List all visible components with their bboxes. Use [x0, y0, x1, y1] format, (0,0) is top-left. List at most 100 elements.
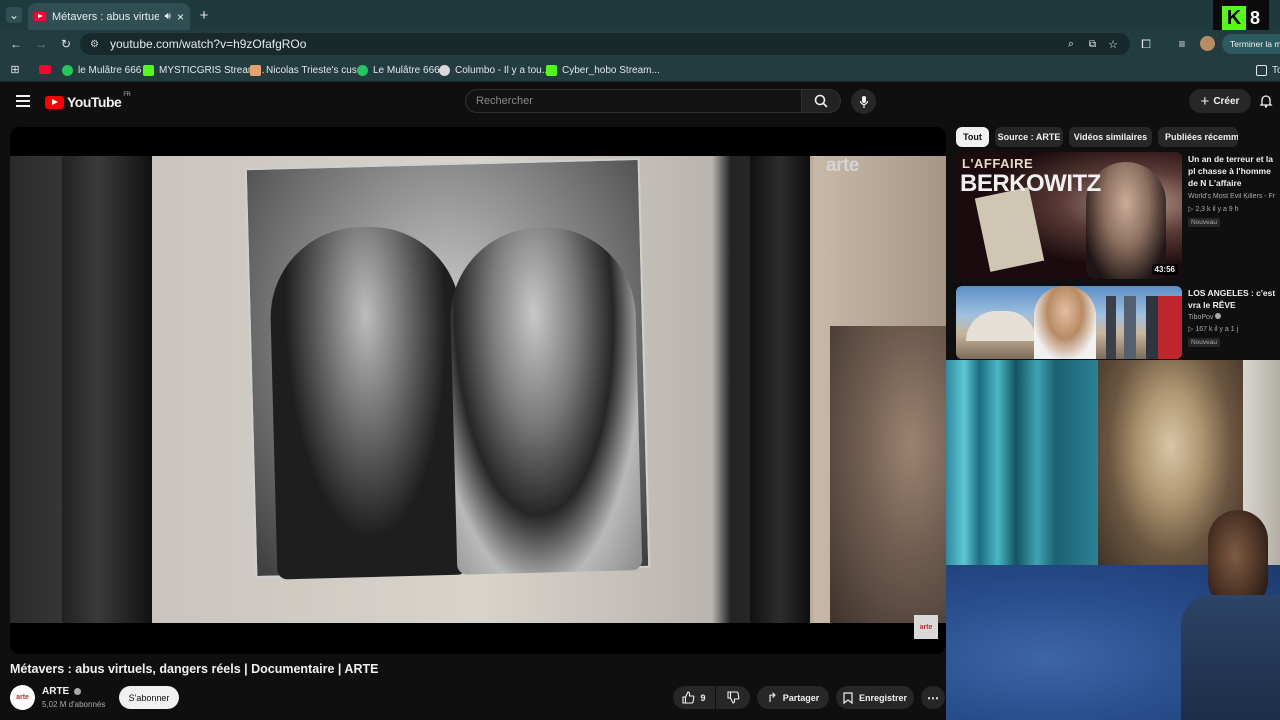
kick-icon [546, 64, 557, 76]
thumbnail-observatory [966, 311, 1036, 341]
folder-icon [1256, 64, 1267, 76]
video-title: Métavers : abus virtuels, dangers réels … [10, 662, 379, 676]
bookmarks-bar: ⊞ le Mulâtre 666 MYSTICGRIS Stream... Ni… [0, 58, 1280, 82]
bookmark-item[interactable]: MYSTICGRIS Stream... [143, 62, 265, 78]
video-thumbnail[interactable]: L'AFFAIRE BERKOWITZ 43:56 [956, 152, 1182, 279]
save-label: Enregistrer [858, 692, 908, 703]
save-button[interactable]: Enregistrer [836, 686, 914, 709]
kick-logo-icon: K [1221, 6, 1246, 30]
columbo-icon [439, 64, 450, 76]
play-icon [357, 64, 368, 76]
bookmark-item[interactable]: Le Mulâtre 666 [357, 62, 440, 78]
chip-similar[interactable]: Vidéos similaires [1069, 127, 1152, 147]
frame-right-border [750, 156, 810, 623]
new-badge: Nouveau [1188, 218, 1221, 227]
photograph-of-two-girls [244, 157, 651, 580]
webcam-person-body [1181, 595, 1280, 720]
search-button[interactable] [801, 89, 841, 113]
bookmark-item[interactable]: Columbo - Il y a tou... [439, 62, 550, 78]
reload-icon[interactable]: ↻ [58, 36, 74, 52]
bookmark-item[interactable]: le Mulâtre 666 [62, 62, 141, 78]
verified-icon [74, 687, 82, 695]
like-button[interactable]: 9 [673, 686, 715, 709]
share-label: Partager [782, 692, 820, 703]
video-frame [10, 156, 946, 623]
fox-icon [250, 64, 261, 76]
tab-list-icon[interactable]: ⌄ [6, 7, 22, 23]
profile-label[interactable]: Terminer la m [1222, 34, 1280, 54]
youtube-bookmark-icon[interactable] [39, 65, 51, 74]
chip-recent[interactable]: Publiées récemm [1158, 127, 1238, 147]
arte-watermark: arte [826, 155, 859, 176]
url-field[interactable]: ⚙︎ youtube.com/watch?v=h9zOfafgROo ⌕ ⧉ ☆ [80, 33, 1130, 55]
webcam-curtain [946, 360, 1098, 590]
url-text: youtube.com/watch?v=h9zOfafgROo [110, 37, 307, 51]
tab-title: Métavers : abus virtuels, da [52, 10, 159, 23]
subscribe-button[interactable]: S'abonner [119, 686, 179, 709]
back-icon[interactable]: ← [8, 36, 24, 52]
thumbnail-text-2: BERKOWITZ [960, 170, 1101, 197]
bookmark-item[interactable]: Cyber_hobo Stream... [546, 62, 660, 78]
video-player[interactable]: arte arte [10, 127, 946, 654]
bookmark-item[interactable]: Nicolas Trieste's cus... [250, 62, 365, 78]
youtube-wordmark: YouTube [67, 94, 122, 110]
thumbnail-city [1106, 296, 1182, 359]
site-info-icon[interactable]: ⚙︎ [90, 39, 99, 50]
profile-avatar[interactable] [1200, 36, 1215, 51]
notifications-icon[interactable] [1259, 94, 1273, 108]
forward-icon[interactable]: → [33, 36, 49, 52]
more-actions-button[interactable]: ⋯ [921, 686, 945, 709]
region-code: FR [123, 92, 131, 98]
menu-icon[interactable] [16, 95, 30, 107]
search-input[interactable]: Rechercher [465, 89, 802, 113]
chip-all[interactable]: Tout [956, 127, 989, 147]
bookmark-folder[interactable]: To [1256, 62, 1280, 78]
girl-left [268, 224, 468, 580]
install-icon[interactable]: ⧉ [1089, 39, 1096, 50]
create-button[interactable]: + Créer [1189, 89, 1251, 113]
new-tab-icon[interactable]: + [196, 7, 212, 24]
plus-icon: + [1200, 92, 1210, 110]
video-thumbnail[interactable] [956, 286, 1182, 359]
new-badge: Nouveau [1188, 338, 1221, 347]
address-bar-row: ← → ↻ ⚙︎ youtube.com/watch?v=h9zOfafgROo… [0, 30, 1280, 58]
verified-icon [1215, 313, 1222, 319]
create-label: Créer [1213, 95, 1240, 107]
thumbnail-text-1: L'AFFAIRE [962, 156, 1034, 171]
bookmark-star-icon[interactable]: ☆ [1108, 38, 1118, 51]
microphone-icon [859, 95, 868, 108]
share-button[interactable]: ↱ Partager [757, 686, 829, 709]
share-icon: ↱ [766, 689, 778, 705]
subscriber-count: 5,02 M d'abonnés [42, 700, 106, 709]
recommended-title[interactable]: Un an de terreur et la pl chasse à l'hom… [1188, 153, 1280, 189]
recommended-title[interactable]: LOS ANGELES : c'est vra le RÊVE AMÉRICAI… [1188, 287, 1280, 311]
dislike-button[interactable] [716, 686, 750, 709]
browser-tab-active[interactable]: Métavers : abus virtuels, da 🔊︎ × [28, 3, 190, 30]
kick-icon [143, 64, 154, 76]
close-tab-icon[interactable]: × [177, 10, 184, 24]
webcam-overlay [946, 360, 1280, 720]
youtube-play-icon [45, 95, 64, 109]
channel-avatar[interactable]: arte [10, 685, 35, 710]
zoom-icon[interactable]: ⌕ [1068, 38, 1074, 51]
speaker-icon[interactable]: 🔊︎ [165, 11, 171, 22]
apps-grid-icon[interactable]: ⊞ [8, 62, 22, 76]
thumbs-down-icon [726, 691, 739, 704]
recommended-stats: ▷ 167 k il y a 1 j [1188, 326, 1239, 333]
arte-corner-logo: arte [914, 615, 938, 639]
recommended-channel[interactable]: World's Most Evil Killers - Fr [1188, 193, 1280, 200]
youtube-header: YouTube FR Rechercher + Créer [0, 82, 1280, 122]
more-icon: ⋯ [927, 690, 939, 705]
chip-source[interactable]: Source : ARTE [995, 127, 1063, 147]
youtube-logo[interactable]: YouTube FR [45, 92, 131, 110]
play-icon [62, 64, 73, 76]
voice-search-button[interactable] [851, 89, 876, 114]
thumbnail-man [1034, 286, 1096, 359]
recommended-channel[interactable]: TiboPov [1188, 313, 1280, 321]
channel-name[interactable]: ARTE [42, 686, 82, 697]
youtube-favicon-icon [34, 12, 46, 21]
extensions-icon[interactable]: ⧠ [1138, 36, 1154, 52]
media-icon[interactable]: ≡ [1174, 36, 1190, 52]
kick-count: 8 [1249, 7, 1260, 28]
frame-left-border [62, 156, 152, 623]
